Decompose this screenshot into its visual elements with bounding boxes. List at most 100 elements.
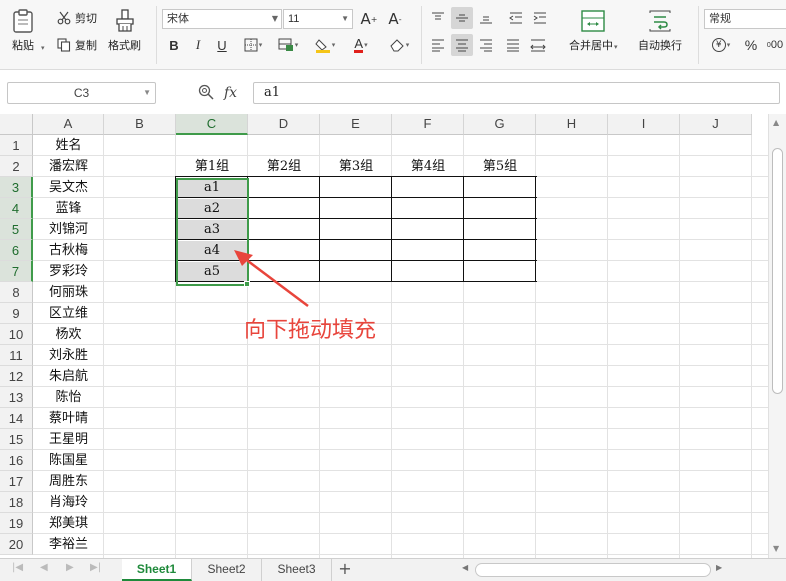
decimal-icon[interactable]: 0 00 [764,34,786,56]
add-sheet-icon[interactable]: + [335,559,355,581]
percent-icon[interactable]: % [740,34,762,56]
cell-a13[interactable]: 陈怡 [33,387,104,408]
currency-icon[interactable]: ¥ ▾ [706,34,736,56]
cell-a4[interactable]: 蓝锋 [33,198,104,219]
align-center-icon[interactable] [451,34,473,56]
column-header-h[interactable]: H [536,114,608,135]
cell-d2[interactable]: 第2组 [248,156,320,177]
number-format-select[interactable]: 常规 [704,9,786,29]
cell-a16[interactable]: 陈国星 [33,450,104,471]
cell-a18[interactable]: 肖海玲 [33,492,104,513]
row-header-8[interactable]: 8 [0,282,33,303]
font-name-select[interactable]: 宋体 ▼ [162,9,282,29]
font-color-icon[interactable]: A ▾ [346,34,376,56]
increase-font-icon[interactable]: A + [358,8,380,30]
align-left-icon[interactable] [427,34,449,56]
row-header-12[interactable]: 12 [0,366,33,387]
bold-icon[interactable]: B [163,34,185,56]
fill-pattern-icon[interactable]: ▾ [273,34,303,56]
cell-a2[interactable]: 潘宏辉 [33,156,104,177]
row-header-1[interactable]: 1 [0,135,33,156]
copy-button[interactable]: 复制 [56,37,97,53]
cell-a6[interactable]: 古秋梅 [33,240,104,261]
column-header-e[interactable]: E [320,114,392,135]
decrease-font-icon[interactable]: A- [384,8,406,30]
first-sheet-icon[interactable]: |◀ [12,562,23,573]
scroll-right-icon[interactable]: ▶ [716,563,722,572]
zoom-search-icon[interactable] [198,84,214,103]
column-header-c[interactable]: C [176,114,248,135]
align-bottom-icon[interactable] [475,7,497,29]
cell-a20[interactable]: 李裕兰 [33,534,104,555]
prev-sheet-icon[interactable]: ◀ [40,562,48,573]
font-size-select[interactable]: 11 ▼ [283,9,353,29]
cell-a14[interactable]: 蔡叶晴 [33,408,104,429]
column-header-g[interactable]: G [464,114,536,135]
column-header-b[interactable]: B [104,114,176,135]
row-header-7[interactable]: 7 [0,261,33,282]
cell-c3[interactable]: a1 [177,178,247,197]
row-header-5[interactable]: 5 [0,219,33,240]
distribute-icon[interactable] [527,34,549,56]
cell-a5[interactable]: 刘锦河 [33,219,104,240]
row-header-4[interactable]: 4 [0,198,33,219]
scroll-left-icon[interactable]: ◀ [462,563,468,572]
column-header-i[interactable]: I [608,114,680,135]
next-sheet-icon[interactable]: ▶ [66,562,74,573]
tab-sheet2[interactable]: Sheet2 [192,559,262,581]
cell-c2[interactable]: 第1组 [176,156,248,177]
column-header-f[interactable]: F [392,114,464,135]
format-painter-button[interactable]: 格式刷 [108,8,141,53]
last-sheet-icon[interactable]: ▶| [90,562,101,573]
eraser-icon[interactable]: ▾ [384,34,414,56]
select-all-corner[interactable] [0,114,33,135]
underline-icon[interactable]: U [211,34,233,56]
tab-sheet1[interactable]: Sheet1 [122,559,192,581]
horizontal-scrollbar[interactable] [475,563,711,577]
cell-c5[interactable]: a3 [177,220,247,239]
italic-icon[interactable]: I [187,34,209,56]
cell-a12[interactable]: 朱启航 [33,366,104,387]
align-top-icon[interactable] [427,7,449,29]
column-header-j[interactable]: J [680,114,752,135]
cell-a1[interactable]: 姓名 [33,135,104,156]
cut-button[interactable]: 剪切 [56,10,97,26]
row-header-2[interactable]: 2 [0,156,33,177]
cell-a10[interactable]: 杨欢 [33,324,104,345]
paste-button[interactable]: 粘贴 ▾ [10,8,45,53]
cell-c4[interactable]: a2 [177,199,247,218]
spreadsheet-grid[interactable]: ABCDEFGHIJ 1 2 3 4 5 6 7 8 9 10 11 12 13 14 15 16 17 18 19… [0,114,768,558]
row-header-3[interactable]: 3 [0,177,33,198]
cell-a15[interactable]: 王星明 [33,429,104,450]
decrease-indent-icon[interactable] [505,7,527,29]
row-header-17[interactable]: 17 [0,471,33,492]
row-header-10[interactable]: 10 [0,324,33,345]
scroll-up-icon[interactable]: ▲ [773,118,779,127]
fx-icon[interactable]: fx [224,85,237,101]
align-right-icon[interactable] [475,34,497,56]
row-header-6[interactable]: 6 [0,240,33,261]
cell-a8[interactable]: 何丽珠 [33,282,104,303]
increase-indent-icon[interactable] [529,7,551,29]
cell-a17[interactable]: 周胜东 [33,471,104,492]
row-header-15[interactable]: 15 [0,429,33,450]
fill-color-icon[interactable]: ▾ [310,34,340,56]
row-header-9[interactable]: 9 [0,303,33,324]
justify-icon[interactable] [502,34,524,56]
tab-sheet3[interactable]: Sheet3 [262,559,332,581]
column-header-a[interactable]: A [33,114,104,135]
cell-a7[interactable]: 罗彩玲 [33,261,104,282]
cell-f2[interactable]: 第4组 [392,156,464,177]
row-header-11[interactable]: 11 [0,345,33,366]
row-header-20[interactable]: 20 [0,534,33,555]
scrollbar-thumb[interactable] [772,148,783,394]
borders-icon[interactable]: ▾ [238,34,268,56]
row-header-19[interactable]: 19 [0,513,33,534]
row-header-13[interactable]: 13 [0,387,33,408]
row-header-18[interactable]: 18 [0,492,33,513]
wrap-text-button[interactable]: 自动换行 [638,8,682,53]
cell-e2[interactable]: 第3组 [320,156,392,177]
row-header-16[interactable]: 16 [0,450,33,471]
row-header-14[interactable]: 14 [0,408,33,429]
formula-input[interactable]: a1 [253,82,780,104]
